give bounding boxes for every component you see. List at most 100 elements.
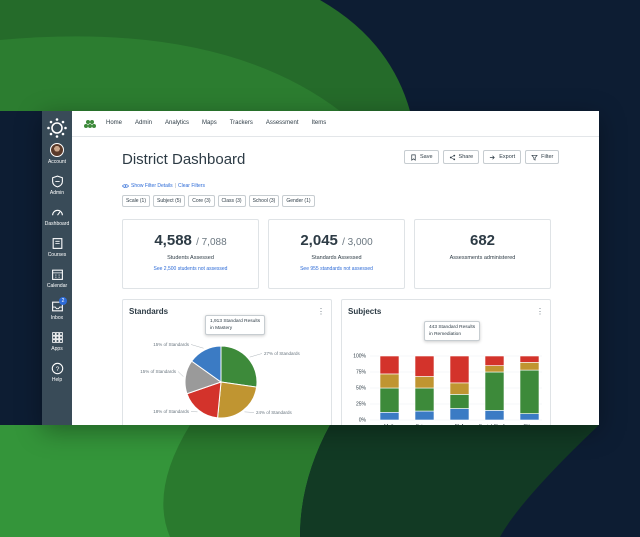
filter-chip[interactable]: Scale (1): [122, 195, 151, 207]
bar-segment[interactable]: [449, 382, 470, 395]
calendar-icon: [51, 269, 63, 280]
bar-segment[interactable]: [519, 355, 540, 363]
inbox-count-badge: 2: [59, 297, 67, 305]
kpi-value: 4,588 / 7,088: [154, 232, 227, 249]
export-button[interactable]: Export: [483, 150, 522, 164]
pie-slice[interactable]: [220, 345, 258, 388]
filter-label: Filter: [541, 154, 554, 160]
standards-not-assessed-link[interactable]: See 955 standards not assessed: [269, 266, 404, 272]
x-category-label: Social Studies: [479, 424, 511, 425]
rail-calendar[interactable]: Calendar: [42, 268, 72, 289]
kpi-assessments-administered: 682 Assessments administered: [414, 219, 551, 289]
y-tick-label: 75%: [356, 370, 367, 376]
kpi-value: 682: [469, 232, 496, 249]
nav-assessment[interactable]: Assessment: [266, 120, 299, 126]
canvas-logo-icon[interactable]: [46, 117, 68, 139]
bar-segment[interactable]: [519, 413, 540, 421]
bar-tooltip: 443 Standard Results in Remediation: [424, 321, 481, 341]
filter-links: Show Filter Details | Clear Filters: [122, 183, 205, 189]
bookmark-icon: [411, 154, 416, 161]
bar-segment[interactable]: [379, 355, 400, 375]
bar-segment[interactable]: [449, 408, 470, 421]
kpi-label: Assessments administered: [449, 255, 516, 261]
nav-trackers[interactable]: Trackers: [230, 120, 253, 126]
bar-segment[interactable]: [414, 376, 435, 389]
filter-icon: [531, 154, 538, 161]
y-tick-label: 25%: [356, 402, 367, 408]
pie-leader-line: [244, 411, 255, 413]
subjects-card: Subjects ⋮ 0%25%50%75%100%MathScienceELA…: [341, 299, 551, 425]
share-icon: [449, 154, 455, 160]
bar-segment[interactable]: [379, 387, 400, 413]
export-label: Export: [499, 154, 516, 160]
subjects-stacked-bar-chart: 0% 25% 50% 75% 100% Math Science ELA Social Stud…: [353, 354, 542, 425]
filter-chip[interactable]: School (3): [248, 195, 280, 207]
kpi-label: Students Assessed: [167, 255, 214, 261]
filter-chip[interactable]: Subject (5): [153, 195, 186, 207]
svg-text:?: ?: [55, 366, 59, 373]
top-nav: Home Admin Analytics Maps Trackers Asses…: [72, 111, 599, 137]
bar-segment[interactable]: [484, 371, 505, 411]
rail-label: Help: [51, 377, 63, 383]
bar-segment[interactable]: [414, 410, 435, 421]
shield-icon: [51, 175, 63, 188]
rail-courses[interactable]: Courses: [42, 237, 72, 258]
pie-slice-label: 15% of Standards: [153, 342, 190, 347]
bar-segment[interactable]: [519, 369, 540, 414]
rail-admin[interactable]: Admin: [42, 175, 72, 196]
save-button[interactable]: Save: [404, 150, 439, 164]
filter-link-separator: |: [174, 183, 176, 189]
page-title: District Dashboard: [122, 151, 246, 168]
kpi-standards-assessed: 2,045 / 3,000 Standards Assessed See 955…: [268, 219, 405, 289]
nav-home[interactable]: Home: [106, 120, 122, 126]
bar-segment[interactable]: [414, 387, 435, 412]
y-tick-label: 50%: [356, 386, 367, 392]
bar-segment[interactable]: [379, 373, 400, 389]
filter-button[interactable]: Filter: [525, 150, 560, 164]
pie-slice-label: 15% of Standards: [140, 369, 177, 374]
clear-filters-link[interactable]: Clear Filters: [178, 183, 205, 189]
filter-chip[interactable]: Class (3): [217, 195, 246, 207]
standards-card: Standards ⋮ 27% of Standards 24% of Stand…: [122, 299, 332, 425]
filter-chip[interactable]: Core (3): [188, 195, 215, 207]
bar-segment[interactable]: [449, 355, 470, 384]
nav-admin[interactable]: Admin: [135, 120, 152, 126]
rail-inbox[interactable]: 2 Inbox: [42, 297, 72, 321]
app-window: Account Admin Dashboard Courses Calendar…: [42, 111, 599, 425]
mastery-connect-logo-icon[interactable]: [83, 119, 97, 129]
share-button[interactable]: Share: [442, 150, 480, 164]
eye-icon: [122, 183, 129, 189]
kpi-total: / 3,000: [342, 237, 373, 248]
bar-segment[interactable]: [379, 412, 400, 421]
x-category-label: ELA: [455, 424, 465, 425]
nav-items-link[interactable]: Items: [312, 120, 327, 126]
kpi-label: Standards Assessed: [311, 255, 362, 261]
x-category-label: Other: [523, 424, 536, 425]
students-not-assessed-link[interactable]: See 2,500 students not assessed: [123, 266, 258, 272]
pie-slice-label: 24% of Standards: [256, 410, 293, 415]
bar-segment[interactable]: [484, 410, 505, 421]
pie-leader-line: [249, 353, 263, 358]
kpi-students-assessed: 4,588 / 7,088 Students Assessed See 2,50…: [122, 219, 259, 289]
rail-apps[interactable]: Apps: [42, 331, 72, 352]
bar-segment[interactable]: [449, 394, 470, 409]
nav-maps[interactable]: Maps: [202, 120, 217, 126]
filter-chip[interactable]: Gender (1): [282, 195, 315, 207]
rail-dashboard[interactable]: Dashboard: [42, 206, 72, 227]
rail-label: Dashboard: [44, 221, 70, 227]
pie-slice-label: 18% of Standards: [153, 409, 190, 414]
bar-segment[interactable]: [414, 355, 435, 377]
nav-analytics[interactable]: Analytics: [165, 120, 189, 126]
rail-help[interactable]: ? Help: [42, 362, 72, 383]
page-actions: Save Share Export Filter: [404, 150, 560, 164]
bar-segment[interactable]: [484, 355, 505, 366]
rail-account[interactable]: Account: [42, 143, 72, 165]
kpi-total: / 7,088: [196, 237, 227, 248]
filter-chips: Scale (1) Subject (5) Core (3) Class (3)…: [122, 195, 315, 207]
bar-segment[interactable]: [484, 365, 505, 373]
pie-slice[interactable]: [217, 381, 258, 419]
pie-leader-line: [190, 344, 204, 349]
bar-segment[interactable]: [519, 362, 540, 371]
rail-label: Calendar: [46, 283, 68, 289]
show-filter-details-link[interactable]: Show Filter Details: [131, 183, 173, 189]
